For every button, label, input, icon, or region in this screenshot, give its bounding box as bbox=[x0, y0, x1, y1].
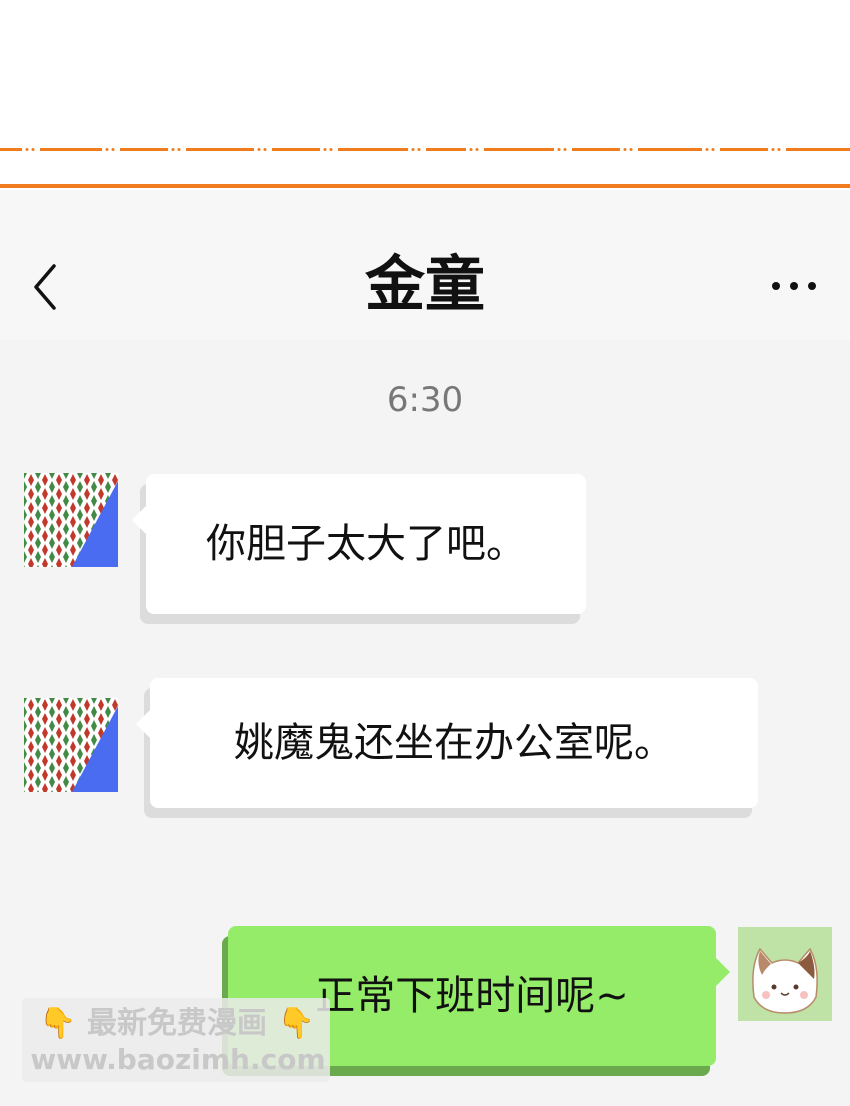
pointing-down-hand-icon: 👇 bbox=[277, 1006, 315, 1041]
message-bubble-contact[interactable]: 你胆子太大了吧。 bbox=[132, 474, 586, 614]
watermark-line1: 👇 最新免费漫画 👇 bbox=[32, 1004, 322, 1044]
chat-title: 金童 bbox=[365, 250, 485, 320]
watermark-text-1: 最新免费漫画 bbox=[87, 1006, 267, 1041]
diamond-pattern-avatar[interactable] bbox=[24, 473, 118, 567]
bubble-tail bbox=[136, 710, 150, 738]
ellipsis-icon[interactable] bbox=[766, 276, 822, 296]
watermark: 👇 最新免费漫画 👇 www.baozimh.com bbox=[22, 998, 330, 1082]
message-text: 你胆子太大了吧。 bbox=[206, 521, 526, 567]
bubble-tail bbox=[716, 958, 730, 986]
diamond-pattern-avatar[interactable] bbox=[24, 698, 118, 792]
message-timestamp: 6:30 bbox=[386, 380, 464, 420]
message-bubble-contact[interactable]: 姚魔鬼还坐在办公室呢。 bbox=[136, 678, 758, 808]
watermark-url: www.baozimh.com bbox=[30, 1043, 326, 1076]
chat-header: 金童 bbox=[0, 190, 850, 340]
message-text: 姚魔鬼还坐在办公室呢。 bbox=[234, 720, 674, 766]
pointing-down-hand-icon: 👇 bbox=[39, 1006, 77, 1041]
decorative-border bbox=[0, 148, 850, 188]
bubble-tail bbox=[132, 506, 146, 534]
cat-avatar[interactable] bbox=[738, 927, 832, 1021]
